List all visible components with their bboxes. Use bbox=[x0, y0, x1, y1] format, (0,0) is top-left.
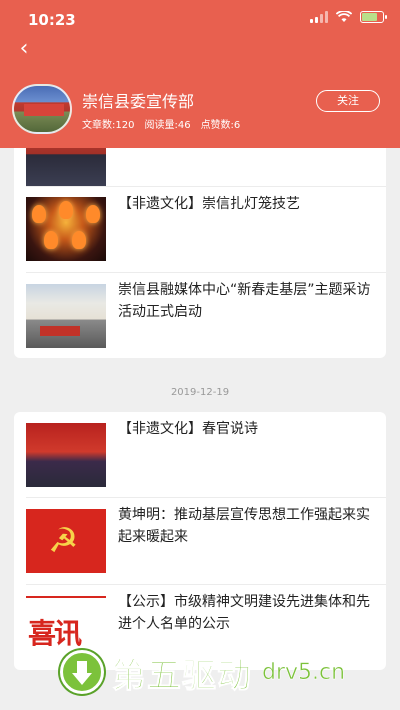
article-thumbnail bbox=[26, 423, 106, 487]
article-item[interactable]: 崇信县融媒体中心“新春走基层”主题采访活动正式启动 bbox=[14, 273, 386, 358]
status-bar: 10:23 bbox=[0, 0, 400, 36]
article-item[interactable]: 【非遗文化】崇信扎灯笼技艺 bbox=[14, 187, 386, 272]
back-button[interactable]: ‹ bbox=[12, 36, 36, 64]
watermark-domain: drv5.cn bbox=[262, 659, 346, 685]
article-thumbnail bbox=[26, 284, 106, 348]
status-icons bbox=[310, 11, 387, 23]
view-count: 阅读量:46 bbox=[144, 120, 191, 131]
chevron-left-icon: ‹ bbox=[19, 36, 29, 61]
article-group-card: 【非遗文化】春官说诗 ☭ 黄坤明：推动基层宣传思想工作强起来实起来暖起来 喜讯 … bbox=[14, 412, 386, 670]
account-header: 10:23 ‹ 崇信县委宣传部 文章数:120 阅读量:46 点赞数:6 关注 bbox=[0, 0, 400, 148]
article-title: 黄坤明：推动基层宣传思想工作强起来实起来暖起来 bbox=[118, 507, 370, 545]
article-title: 【非遗文化】春官说诗 bbox=[118, 421, 258, 437]
like-count: 点赞数:6 bbox=[200, 120, 241, 131]
account-profile: 崇信县委宣传部 文章数:120 阅读量:46 点赞数:6 关注 bbox=[12, 84, 380, 134]
account-stats: 文章数:120 阅读量:46 点赞数:6 bbox=[82, 116, 240, 131]
hammer-sickle-icon: ☭ bbox=[48, 521, 79, 561]
article-item[interactable] bbox=[14, 148, 386, 186]
status-time: 10:23 bbox=[28, 11, 76, 29]
download-arrow-icon bbox=[60, 650, 104, 694]
date-separator: 2019-12-19 bbox=[170, 387, 230, 398]
account-name: 崇信县委宣传部 bbox=[82, 92, 195, 111]
article-title: 【公示】市级精神文明建设先进集体和先进个人名单的公示 bbox=[118, 594, 370, 632]
account-avatar[interactable] bbox=[12, 84, 72, 134]
watermark-brand: 第五驱动 bbox=[112, 655, 252, 696]
site-watermark: 第五驱动 drv5.cn bbox=[60, 642, 345, 702]
article-thumbnail bbox=[26, 148, 106, 186]
wifi-icon bbox=[336, 11, 352, 22]
signal-icon bbox=[310, 11, 328, 23]
article-count: 文章数:120 bbox=[82, 120, 135, 131]
follow-button[interactable]: 关注 bbox=[316, 90, 380, 112]
article-thumbnail: ☭ bbox=[26, 509, 106, 573]
article-title: 崇信县融媒体中心“新春走基层”主题采访活动正式启动 bbox=[118, 282, 371, 320]
battery-icon bbox=[360, 11, 387, 23]
article-item[interactable]: ☭ 黄坤明：推动基层宣传思想工作强起来实起来暖起来 bbox=[14, 498, 386, 584]
article-item[interactable]: 【非遗文化】春官说诗 bbox=[14, 412, 386, 497]
article-title: 【非遗文化】崇信扎灯笼技艺 bbox=[118, 196, 300, 212]
article-group-card: 【非遗文化】崇信扎灯笼技艺 崇信县融媒体中心“新春走基层”主题采访活动正式启动 bbox=[14, 148, 386, 358]
article-thumbnail bbox=[26, 197, 106, 261]
